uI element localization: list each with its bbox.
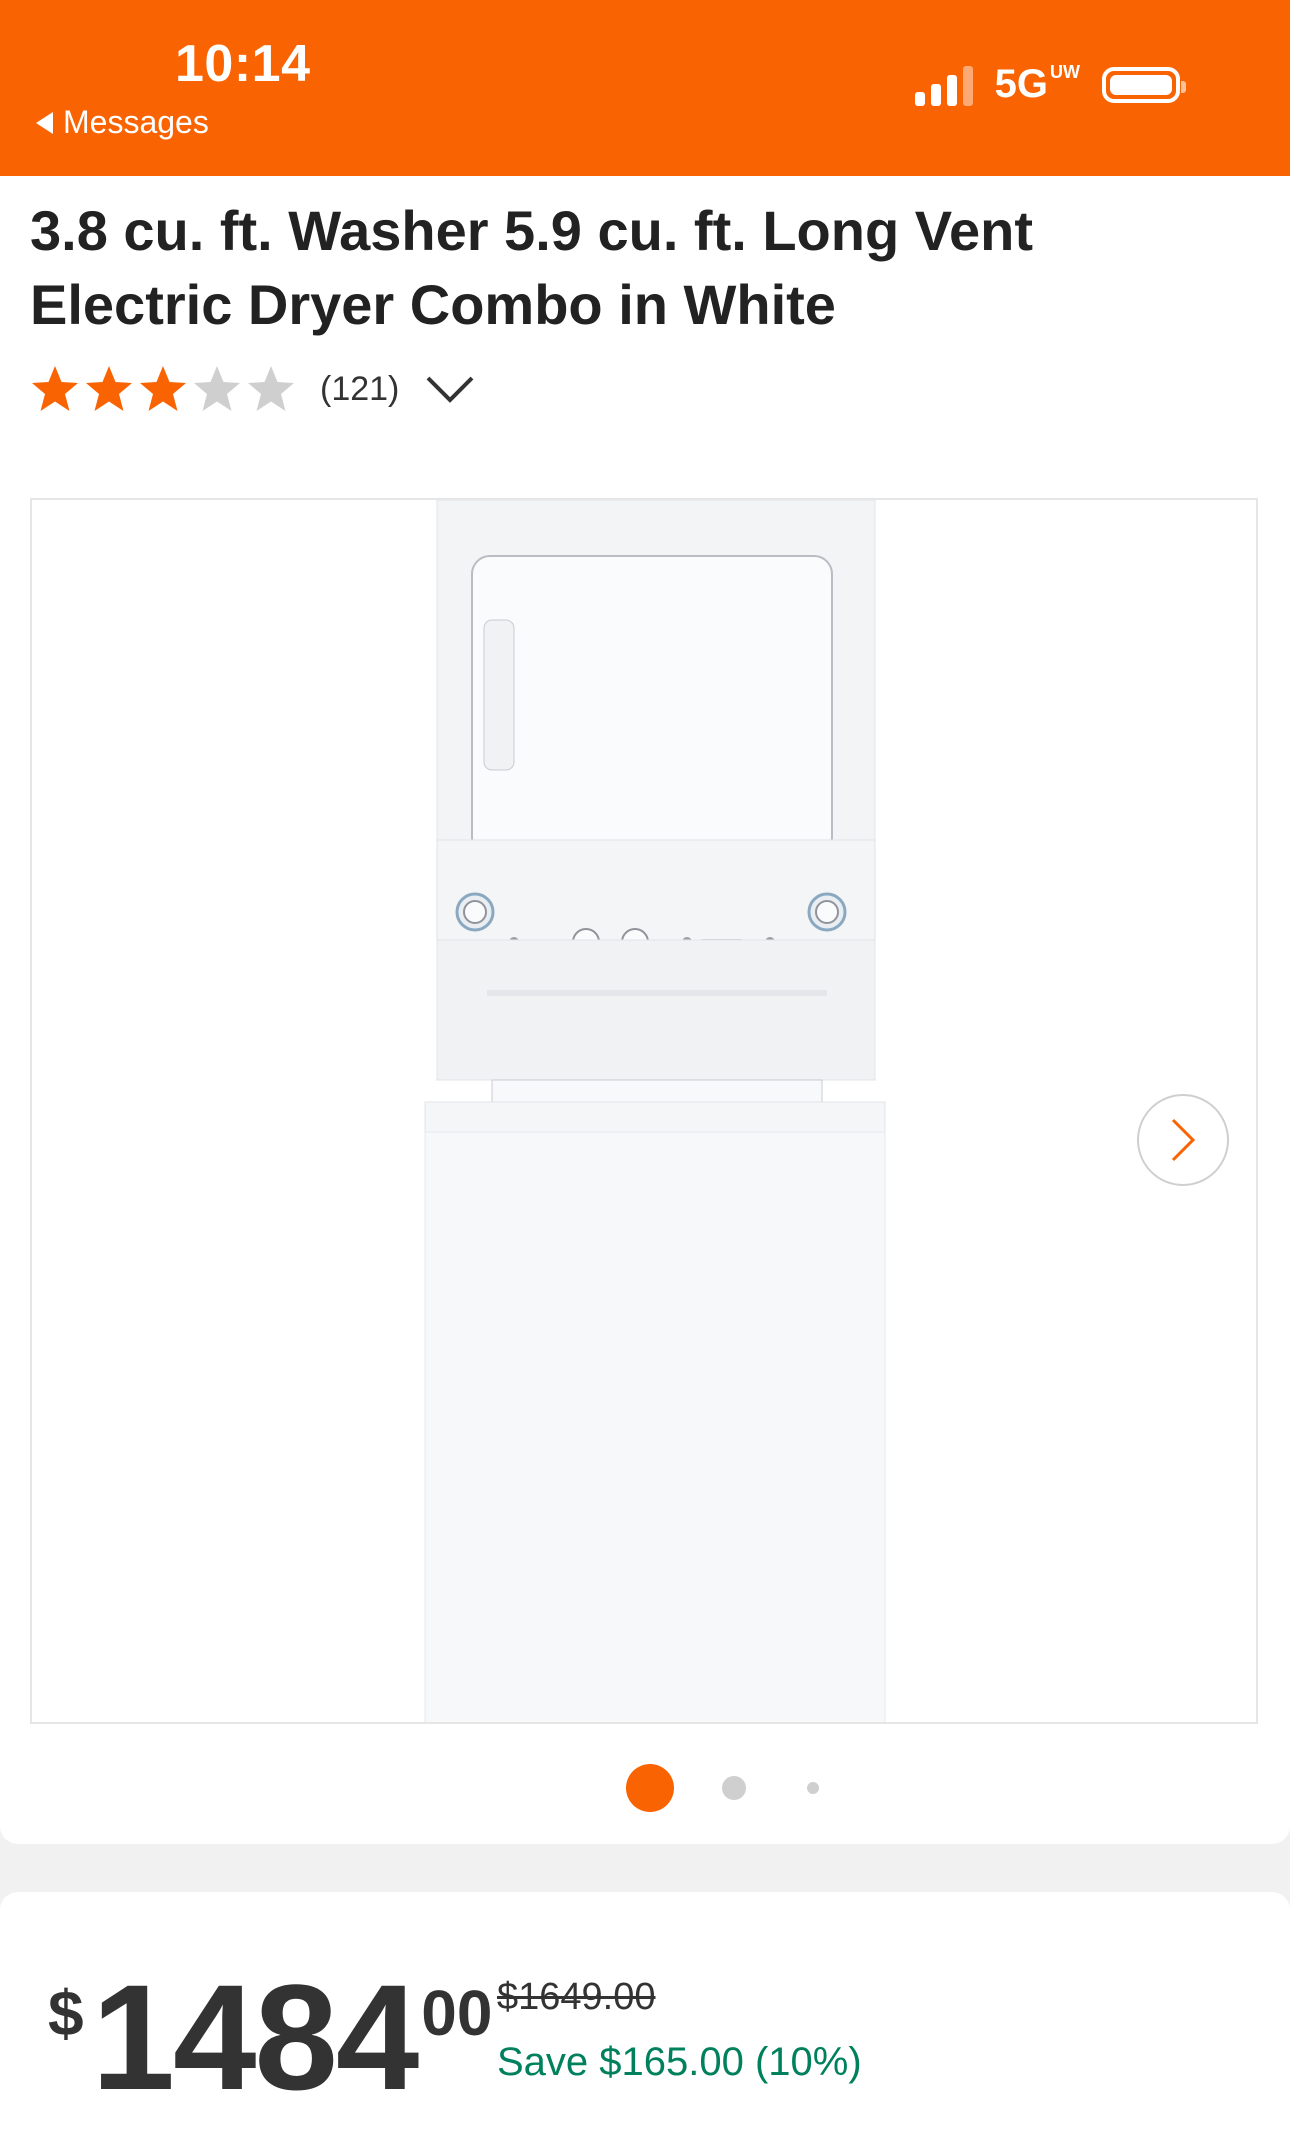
network-label: 5G bbox=[994, 62, 1048, 106]
clock: 10:14 bbox=[175, 35, 311, 93]
review-count: (121) bbox=[320, 369, 400, 408]
star-filled-icon bbox=[138, 364, 188, 414]
star-empty-icon bbox=[246, 364, 296, 414]
product-title: 3.8 cu. ft. Washer 5.9 cu. ft. Long Vent… bbox=[30, 199, 1033, 336]
star-rating bbox=[30, 364, 296, 414]
back-to-messages-link[interactable]: Messages bbox=[36, 104, 209, 141]
next-image-button[interactable] bbox=[1137, 1094, 1229, 1186]
network-badge: UW bbox=[1050, 62, 1080, 82]
product-card: 3.8 cu. ft. Washer 5.9 cu. ft. Long Vent… bbox=[0, 176, 1290, 1844]
pagination-dot-active[interactable] bbox=[626, 1764, 674, 1812]
washer-dryer-combo-image bbox=[424, 500, 886, 1722]
battery-icon bbox=[1102, 66, 1186, 103]
pagination-dot[interactable] bbox=[722, 1776, 746, 1800]
pagination-dot[interactable] bbox=[807, 1782, 819, 1794]
image-pagination-dots bbox=[0, 1762, 1290, 1814]
product-image-gallery[interactable] bbox=[30, 498, 1258, 1724]
chevron-right-icon bbox=[1171, 1118, 1196, 1162]
signal-strength-icon bbox=[914, 64, 973, 106]
savings-label: Save $165.00 (10%) bbox=[497, 2040, 862, 2084]
original-price: $1649.00 bbox=[497, 1976, 656, 2018]
price-cents: 00 bbox=[421, 1977, 493, 2049]
star-filled-icon bbox=[84, 364, 134, 414]
price-card: $ 1484 00 $1649.00 Save $165.00 (10%) bbox=[0, 1892, 1290, 2132]
chevron-down-icon[interactable] bbox=[425, 374, 475, 404]
status-bar: 10:14 Messages 5G UW bbox=[0, 0, 1290, 176]
back-arrow-icon bbox=[36, 111, 53, 134]
status-indicators: 5G UW bbox=[914, 62, 1186, 107]
current-price: $ 1484 00 bbox=[48, 1962, 492, 2112]
back-label: Messages bbox=[63, 104, 209, 140]
rating-summary[interactable]: (121) bbox=[30, 364, 475, 414]
price-dollars: 1484 bbox=[91, 1953, 420, 2121]
network-indicator: 5G UW bbox=[995, 62, 1080, 107]
star-empty-icon bbox=[192, 364, 242, 414]
price-currency: $ bbox=[48, 1977, 84, 2049]
star-filled-icon bbox=[30, 364, 80, 414]
